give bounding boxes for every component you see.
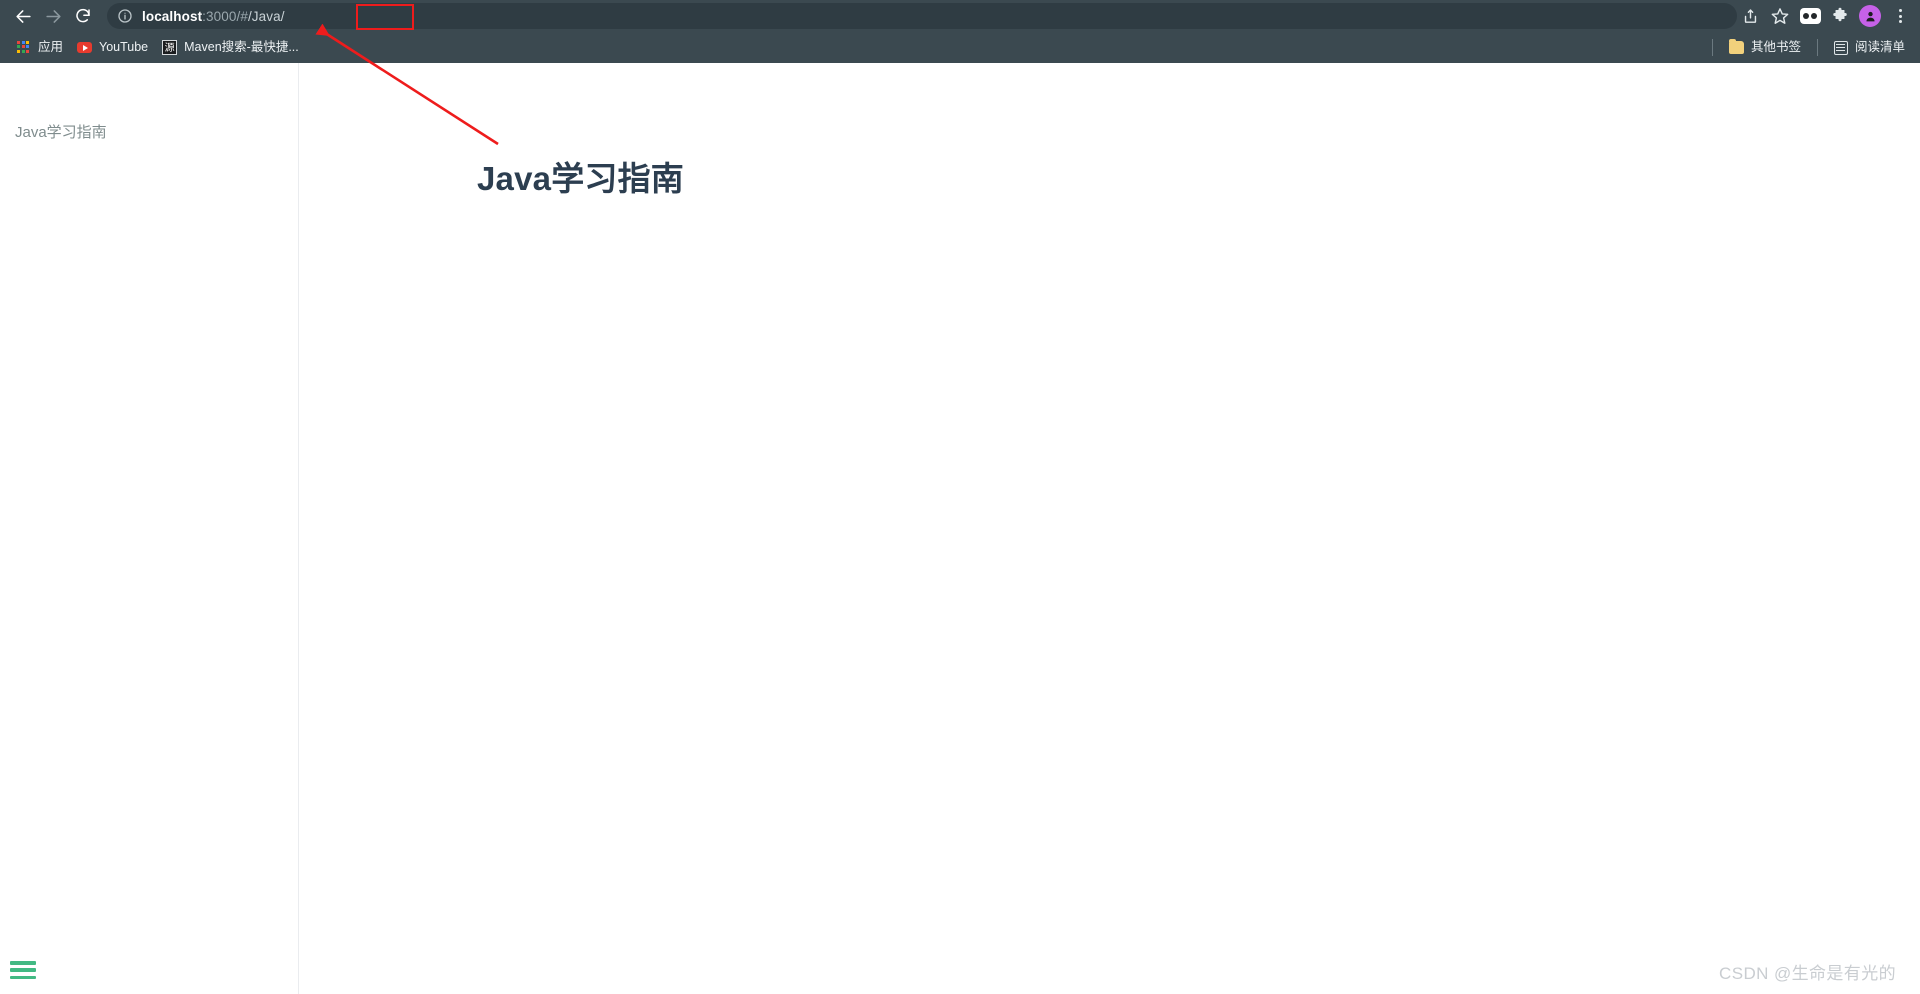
hamburger-bar <box>10 975 36 979</box>
hamburger-bar <box>10 968 36 972</box>
forward-arrow-icon <box>45 9 61 23</box>
hamburger-bar <box>10 961 36 965</box>
bookmark-maven[interactable]: 源 Maven搜索-最快捷... <box>155 37 306 58</box>
panda-eye-right <box>1811 13 1817 19</box>
reload-button[interactable] <box>68 1 98 31</box>
more-menu-icon[interactable] <box>1886 2 1914 30</box>
url-path-highlighted: /Java/ <box>247 8 285 24</box>
back-arrow-icon <box>15 9 31 23</box>
url-text[interactable]: localhost:3000/#/Java/ <box>142 9 285 24</box>
extensions-puzzle-icon[interactable] <box>1826 2 1854 30</box>
panda-eye-left <box>1803 13 1809 19</box>
main-content: Java学习指南 <box>300 63 1920 994</box>
bookmarks-bar-right: 其他书签 阅读清单 <box>1703 32 1912 63</box>
reload-icon <box>76 8 90 23</box>
bookmark-apps[interactable]: 应用 <box>10 38 70 58</box>
maven-icon: 源 <box>162 40 178 55</box>
sidebar-item-java-guide[interactable]: Java学习指南 <box>0 118 298 149</box>
toolbar-right-icons <box>1736 0 1914 32</box>
other-bookmarks-button[interactable]: 其他书签 <box>1722 38 1808 57</box>
page-viewport: Java学习指南 Java学习指南 <box>0 63 1920 994</box>
folder-icon <box>1728 38 1744 54</box>
page-title: Java学习指南 <box>477 160 685 197</box>
reading-list-label: 阅读清单 <box>1854 40 1905 55</box>
bookmark-youtube-label: YouTube <box>99 40 149 55</box>
bookmark-youtube[interactable]: YouTube <box>70 38 155 57</box>
address-bar[interactable]: localhost:3000/#/Java/ <box>107 3 1737 30</box>
bookmark-star-icon[interactable] <box>1766 2 1794 30</box>
profile-avatar-icon[interactable] <box>1856 2 1884 30</box>
share-icon[interactable] <box>1736 2 1764 30</box>
panda-extension-icon[interactable] <box>1796 2 1824 30</box>
forward-button[interactable] <box>38 1 68 31</box>
bookmarks-bar: 应用 YouTube 源 Maven搜索-最快捷... 其他书签 阅读清单 <box>0 32 1920 63</box>
browser-toolbar: localhost:3000/#/Java/ <box>0 0 1920 32</box>
bookmark-apps-label: 应用 <box>38 40 64 55</box>
sidebar-nav: Java学习指南 <box>0 63 298 149</box>
csdn-watermark: CSDN @生命是有光的 <box>1719 964 1896 983</box>
avatar <box>1859 5 1881 27</box>
reading-list-button[interactable]: 阅读清单 <box>1827 38 1912 58</box>
url-path-prefix: /# <box>236 8 248 24</box>
annotation-highlight-box <box>356 4 414 30</box>
browser-chrome: localhost:3000/#/Java/ 应用 YouTube 源 Mav… <box>0 0 1920 63</box>
sidebar: Java学习指南 <box>0 63 299 994</box>
other-bookmarks-label: 其他书签 <box>1750 40 1801 55</box>
url-port: :3000 <box>202 8 237 24</box>
site-info-icon[interactable] <box>117 8 133 24</box>
reading-list-icon <box>1833 40 1848 55</box>
youtube-icon <box>77 42 93 53</box>
bookmarks-divider <box>1711 39 1713 56</box>
apps-grid-icon <box>17 40 31 55</box>
sidebar-toggle-button[interactable] <box>10 960 36 980</box>
url-host: localhost <box>142 8 203 24</box>
reading-list-divider <box>1816 39 1818 56</box>
back-button[interactable] <box>8 1 38 31</box>
bookmark-maven-label: Maven搜索-最快捷... <box>184 40 299 55</box>
